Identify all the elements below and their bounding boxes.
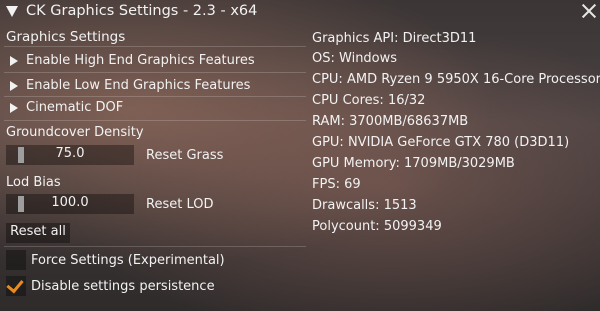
info-gpu: GPU: NVIDIA GeForce GTX 780 (D3D11) — [312, 135, 570, 150]
window-title: CK Graphics Settings - 2.3 - x64 — [26, 3, 258, 19]
info-graphics-api: Graphics API: Direct3D11 — [312, 31, 477, 46]
graphics-settings-header: Graphics Settings — [6, 29, 126, 45]
info-polycount: Polycount: 5099349 — [312, 219, 442, 234]
checkmark-icon — [6, 275, 24, 294]
reset-lod-button[interactable]: Reset LOD — [146, 196, 213, 214]
disable-persistence-label: Disable settings persistence — [31, 279, 215, 294]
divider — [4, 46, 306, 47]
force-settings-label: Force Settings (Experimental) — [31, 253, 225, 268]
group-label: Cinematic DOF — [26, 100, 124, 115]
info-cpu: CPU: AMD Ryzen 9 5950X 16-Core Processor — [312, 72, 600, 87]
groundcover-density-label: Groundcover Density — [6, 125, 144, 140]
expand-arrow-icon — [10, 56, 18, 66]
close-icon[interactable] — [580, 2, 598, 20]
info-os: OS: Windows — [312, 51, 398, 66]
title-bar: CK Graphics Settings - 2.3 - x64 — [0, 0, 600, 26]
expand-arrow-icon — [10, 81, 18, 91]
reset-all-label: Reset all — [10, 224, 66, 239]
disable-persistence-checkbox[interactable] — [6, 275, 26, 296]
divider — [4, 96, 306, 97]
force-settings-checkbox[interactable] — [6, 250, 26, 270]
group-label: Enable Low End Graphics Features — [26, 78, 251, 93]
reset-grass-button[interactable]: Reset Grass — [146, 147, 223, 165]
divider — [4, 120, 306, 121]
lod-bias-slider[interactable]: 100.0 — [6, 194, 134, 214]
expand-arrow-icon — [10, 103, 18, 113]
info-fps: FPS: 69 — [312, 177, 361, 192]
groundcover-density-slider[interactable]: 75.0 — [6, 145, 134, 165]
divider — [4, 72, 306, 73]
reset-all-button[interactable]: Reset all — [6, 223, 70, 243]
info-cpu-cores: CPU Cores: 16/32 — [312, 93, 426, 108]
info-drawcalls: Drawcalls: 1513 — [312, 198, 417, 213]
slider-value: 75.0 — [55, 146, 85, 161]
collapse-arrow-icon[interactable] — [6, 6, 18, 17]
group-label: Enable High End Graphics Features — [26, 53, 255, 68]
lod-bias-label: Lod Bias — [6, 175, 61, 190]
info-ram: RAM: 3700MB/68637MB — [312, 114, 469, 129]
divider — [4, 246, 306, 247]
info-gpu-memory: GPU Memory: 1709MB/3029MB — [312, 156, 515, 171]
slider-value: 100.0 — [51, 195, 89, 210]
